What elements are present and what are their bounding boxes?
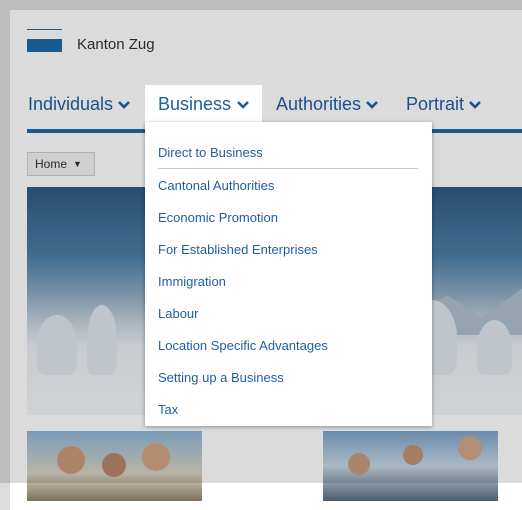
nav-item-portrait[interactable]: Portrait [406, 94, 481, 115]
menu-item[interactable]: Tax [158, 402, 178, 417]
chevron-down-icon [237, 100, 249, 109]
chevron-down-icon [118, 100, 130, 109]
logo-line [27, 29, 62, 30]
nav-label: Authorities [276, 94, 362, 114]
menu-item-direct-to-business[interactable]: Direct to Business [158, 145, 263, 160]
business-dropdown-menu: Direct to Business Cantonal Authorities … [145, 122, 432, 426]
breadcrumb[interactable]: Home ▼ [27, 152, 95, 176]
menu-item[interactable]: Setting up a Business [158, 370, 284, 385]
menu-divider [158, 168, 418, 169]
menu-item[interactable]: Economic Promotion [158, 210, 278, 225]
chevron-down-icon [366, 100, 378, 109]
nav-item-individuals[interactable]: Individuals [28, 94, 130, 115]
caret-down-icon: ▼ [73, 159, 82, 169]
nav-label: Portrait [406, 94, 465, 114]
nav-item-business[interactable]: Business [145, 85, 262, 124]
menu-item[interactable]: Labour [158, 306, 198, 321]
brand-name[interactable]: Kanton Zug [77, 36, 155, 53]
logo-mark[interactable] [27, 39, 62, 52]
nav-item-authorities[interactable]: Authorities [276, 94, 378, 115]
menu-item[interactable]: Immigration [158, 274, 226, 289]
menu-item[interactable]: Location Specific Advantages [158, 338, 328, 353]
menu-item[interactable]: For Established Enterprises [158, 242, 318, 257]
breadcrumb-home: Home [35, 157, 68, 171]
thumbnail-image-meeting[interactable] [323, 431, 498, 501]
nav-label: Individuals [28, 94, 114, 114]
chevron-down-icon [469, 100, 481, 109]
nav-label: Business [158, 94, 232, 114]
thumbnail-image-people[interactable] [27, 431, 202, 501]
menu-item[interactable]: Cantonal Authorities [158, 178, 274, 193]
